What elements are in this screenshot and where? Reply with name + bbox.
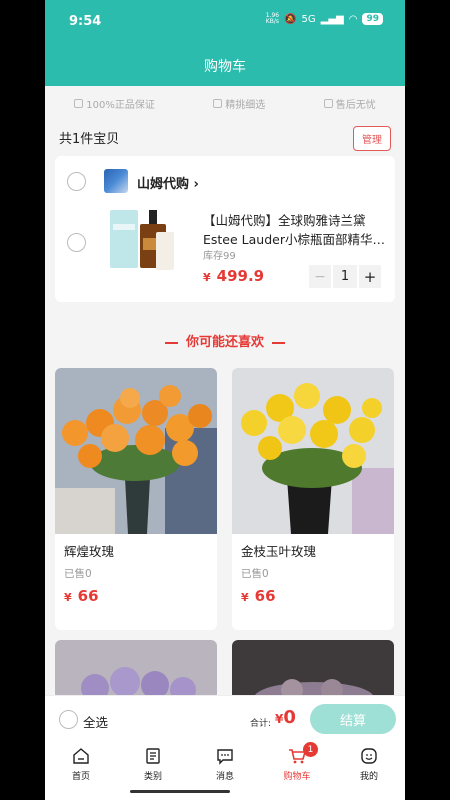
status-bar: 9:54 1.96 KB/s 🔕 5G ▂▄▆ ◠ 99 bbox=[45, 0, 405, 44]
recommend-name: 金枝玉叶玫瑰 bbox=[241, 544, 317, 559]
network-speed: 1.96 KB/s bbox=[265, 12, 280, 25]
wifi-icon: ◠ bbox=[348, 13, 358, 25]
cart-count: 共1件宝贝 bbox=[59, 132, 120, 147]
signal-icon: ▂▄▆ bbox=[320, 13, 344, 25]
product-image[interactable] bbox=[110, 208, 184, 274]
message-icon bbox=[217, 749, 233, 765]
select-all-label[interactable]: 全选 bbox=[83, 712, 108, 731]
recommend-price: ¥66 bbox=[64, 587, 99, 605]
quantity-stepper: − 1 + bbox=[309, 265, 381, 288]
shop-checkbox[interactable] bbox=[67, 172, 86, 191]
product-image bbox=[232, 640, 394, 700]
stock-label: 库存99 bbox=[203, 251, 236, 262]
category-icon bbox=[146, 748, 160, 764]
select-icon bbox=[213, 99, 223, 108]
header: 9:54 1.96 KB/s 🔕 5G ▂▄▆ ◠ 99 购物车 bbox=[45, 0, 405, 86]
recommend-price: ¥66 bbox=[241, 587, 276, 605]
guarantee-selected: 精挑细选 bbox=[213, 96, 265, 111]
checkout-bar: 全选 合计: ¥0 结算 bbox=[45, 695, 405, 741]
recommend-item[interactable] bbox=[55, 640, 217, 700]
chevron-right-icon: › bbox=[193, 177, 199, 192]
home-icon bbox=[73, 748, 89, 764]
status-icons: 1.96 KB/s 🔕 5G ▂▄▆ ◠ 99 bbox=[266, 13, 383, 25]
decrease-button[interactable]: − bbox=[309, 265, 331, 288]
status-time: 9:54 bbox=[69, 14, 102, 29]
product-image bbox=[55, 640, 217, 700]
recommend-name: 辉煌玫瑰 bbox=[64, 544, 115, 559]
recommend-item[interactable] bbox=[232, 640, 394, 700]
cart-item-card: 山姆代购 › 【山姆代购】全球购雅诗兰黛Estee Lauder小棕瓶面部精华…… bbox=[55, 156, 395, 302]
item-price: ¥499.9 bbox=[203, 267, 265, 285]
guarantee-authentic: 100%正品保证 bbox=[74, 96, 155, 111]
increase-button[interactable]: + bbox=[359, 265, 381, 288]
recommend-heading: 你可能还喜欢 bbox=[45, 331, 405, 350]
quantity-value[interactable]: 1 bbox=[333, 265, 357, 288]
manage-button[interactable]: 管理 bbox=[353, 126, 391, 151]
select-all-checkbox[interactable] bbox=[59, 710, 78, 729]
page-title: 购物车 bbox=[204, 59, 246, 75]
tab-profile[interactable]: 我的 bbox=[333, 741, 405, 800]
check-icon bbox=[323, 99, 333, 108]
battery-indicator: 99 bbox=[362, 13, 383, 25]
total-label: 合计: bbox=[250, 719, 272, 729]
sold-count: 已售0 bbox=[241, 568, 269, 580]
tab-cart[interactable]: 1 购物车 bbox=[261, 741, 333, 800]
tab-home[interactable]: 首页 bbox=[45, 741, 117, 800]
product-title[interactable]: 【山姆代购】全球购雅诗兰黛Estee Lauder小棕瓶面部精华… bbox=[203, 211, 389, 249]
badge-icon bbox=[74, 99, 84, 108]
total-amount: ¥0 bbox=[275, 707, 296, 728]
recommend-item[interactable]: 金枝玉叶玫瑰 已售0 ¥66 bbox=[232, 368, 394, 630]
cart-badge: 1 bbox=[303, 742, 318, 757]
home-indicator bbox=[130, 790, 230, 793]
sold-count: 已售0 bbox=[64, 568, 92, 580]
signal-label: 5G bbox=[301, 13, 316, 25]
product-image bbox=[55, 368, 217, 534]
profile-icon bbox=[361, 748, 377, 764]
product-image bbox=[232, 368, 394, 534]
recommend-item[interactable]: 辉煌玫瑰 已售0 ¥66 bbox=[55, 368, 217, 630]
shop-logo bbox=[104, 169, 128, 193]
checkout-button[interactable]: 结算 bbox=[310, 704, 396, 734]
guarantee-bar: 100%正品保证 精挑细选 售后无忧 bbox=[45, 96, 405, 111]
cart-summary: 共1件宝贝 管理 bbox=[59, 126, 391, 151]
mute-icon: 🔕 bbox=[284, 13, 297, 25]
item-checkbox[interactable] bbox=[67, 233, 86, 252]
app-screen: 9:54 1.96 KB/s 🔕 5G ▂▄▆ ◠ 99 购物车 100%正品保… bbox=[45, 0, 405, 800]
shop-link[interactable]: 山姆代购 › bbox=[137, 173, 199, 192]
guarantee-aftersale: 售后无忧 bbox=[323, 96, 376, 111]
